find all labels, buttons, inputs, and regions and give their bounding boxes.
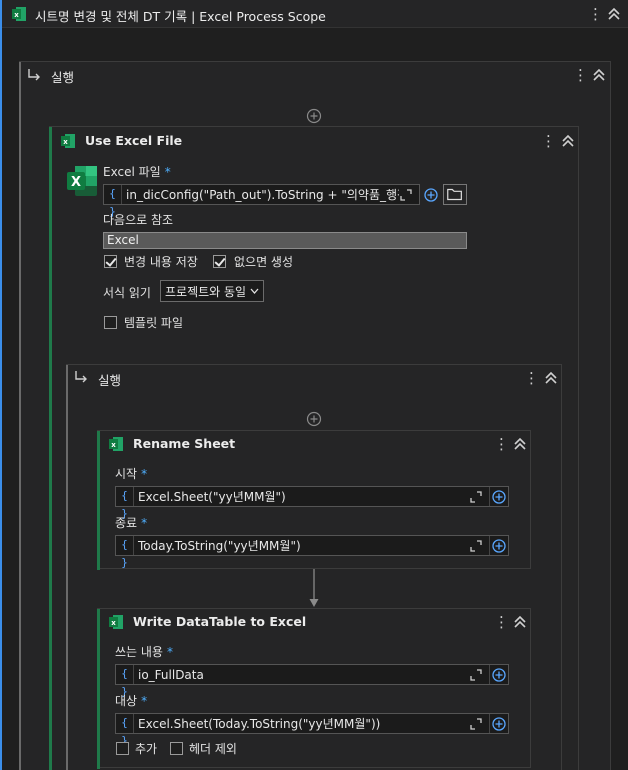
inner-run-menu-icon[interactable]: ⋮ (524, 370, 539, 386)
reference-as-input[interactable]: Excel (103, 232, 467, 249)
expand-editor-icon[interactable] (469, 717, 483, 731)
svg-text:X: X (71, 175, 81, 190)
scope-header[interactable]: x 시트명 변경 및 전체 DT 기록 | Excel Process Scop… (0, 0, 628, 28)
add-variable-icon[interactable] (490, 536, 508, 555)
expand-editor-icon[interactable] (469, 490, 483, 504)
run-sequence-menu-icon[interactable]: ⋮ (573, 67, 588, 83)
use-excel-header[interactable]: x Use Excel File ⋮ (50, 127, 578, 155)
read-format-label: 서식 읽기 (103, 286, 151, 300)
write-datatable-collapse-icon[interactable] (513, 614, 527, 630)
scope-menu-icon[interactable]: ⋮ (588, 6, 603, 22)
run-sequence-collapse-icon[interactable] (592, 67, 606, 83)
save-changes-label: 변경 내용 저장 (124, 255, 198, 269)
use-excel-title: Use Excel File (85, 133, 183, 148)
run-sequence-title: 실행 (51, 70, 75, 85)
expression-brace-icon[interactable]: { } (116, 714, 134, 747)
inner-run-collapse-icon[interactable] (544, 370, 558, 386)
read-format-select[interactable]: 프로젝트와 동일 (160, 280, 265, 302)
save-changes-checkbox[interactable] (104, 255, 117, 268)
end-value[interactable]: Today.ToString("yy년MM월") (134, 537, 469, 554)
excel-icon: x (108, 614, 124, 630)
write-datatable-activity: x Write DataTable to Excel ⋮ 쓰는 내용 * { } … (97, 608, 531, 769)
rename-sheet-title: Rename Sheet (133, 436, 236, 451)
write-datatable-title: Write DataTable to Excel (133, 614, 307, 629)
excel-icon: x (60, 133, 76, 149)
svg-text:x: x (14, 11, 19, 19)
rename-sheet-menu-icon[interactable]: ⋮ (494, 436, 509, 452)
end-field[interactable]: { } Today.ToString("yy년MM월") (115, 535, 509, 569)
scope-collapse-icon[interactable] (607, 6, 621, 22)
create-if-missing-label: 없으면 생성 (234, 255, 294, 269)
excel-icon: x (108, 436, 124, 452)
run-sequence-header[interactable]: 실행 ⋮ (20, 62, 610, 88)
expression-brace-icon[interactable]: { } (116, 665, 134, 698)
sequence-icon (27, 68, 41, 82)
content-value[interactable]: io_FullData (134, 668, 469, 682)
expand-editor-icon[interactable] (469, 539, 483, 553)
target-label: 대상 * (115, 694, 148, 708)
excel-file-value[interactable]: in_dicConfig("Path_out").ToString + "의약품… (122, 186, 399, 203)
append-checkbox[interactable] (116, 742, 129, 755)
add-variable-icon[interactable] (490, 714, 508, 733)
chevron-down-icon (250, 288, 259, 294)
inner-run-left-line (66, 365, 68, 770)
add-activity-icon[interactable] (306, 411, 322, 427)
excel-icon: x (11, 6, 27, 22)
template-file-label: 템플릿 파일 (124, 316, 184, 330)
excel-file-field[interactable]: { } in_dicConfig("Path_out").ToString + … (103, 184, 420, 218)
exclude-header-label: 헤더 제외 (189, 742, 237, 756)
use-excel-collapse-icon[interactable] (561, 133, 575, 149)
write-datatable-menu-icon[interactable]: ⋮ (494, 614, 509, 630)
start-field[interactable]: { } Excel.Sheet("yy년MM월") (115, 486, 509, 520)
sequence-icon (74, 370, 88, 384)
rename-sheet-activity: x Rename Sheet ⋮ 시작 * { } Excel.Sheet("yy… (97, 430, 531, 570)
flow-connector-arrow (308, 569, 320, 609)
add-variable-icon[interactable] (490, 665, 508, 684)
expression-brace-icon[interactable]: { } (116, 536, 134, 569)
scope-selection-bar (0, 0, 2, 770)
template-file-checkbox[interactable] (104, 316, 117, 329)
rename-sheet-collapse-icon[interactable] (513, 436, 527, 452)
run-sequence-left-line (19, 62, 21, 770)
scope-title: 시트명 변경 및 전체 DT 기록 | Excel Process Scope (35, 9, 326, 24)
add-variable-icon[interactable] (490, 487, 508, 506)
inner-run-title: 실행 (98, 373, 122, 388)
expand-editor-icon[interactable] (469, 668, 483, 682)
inner-run-header[interactable]: 실행 ⋮ (67, 365, 561, 391)
use-excel-menu-icon[interactable]: ⋮ (541, 133, 556, 149)
reference-as-label: 다음으로 참조 (103, 213, 174, 227)
svg-text:x: x (111, 441, 116, 449)
exclude-header-checkbox[interactable] (170, 742, 183, 755)
expression-brace-icon[interactable]: { } (116, 487, 134, 520)
svg-text:x: x (111, 619, 116, 627)
write-datatable-header[interactable]: x Write DataTable to Excel ⋮ (98, 609, 530, 635)
excel-logo-icon: X (65, 164, 99, 198)
start-value[interactable]: Excel.Sheet("yy년MM월") (134, 488, 469, 505)
svg-text:x: x (63, 138, 68, 146)
target-value[interactable]: Excel.Sheet(Today.ToString("yy년MM월")) (134, 715, 469, 732)
append-label: 추가 (135, 742, 158, 756)
start-label: 시작 * (115, 467, 148, 481)
read-format-value: 프로젝트와 동일 (165, 284, 247, 299)
expression-brace-icon[interactable]: { } (104, 185, 122, 218)
expand-editor-icon[interactable] (399, 188, 413, 202)
browse-folder-icon[interactable] (443, 184, 467, 205)
excel-file-label: Excel 파일 * (103, 165, 171, 179)
add-activity-icon[interactable] (306, 108, 322, 124)
target-field[interactable]: { } Excel.Sheet(Today.ToString("yy년MM월")… (115, 713, 509, 747)
rename-sheet-header[interactable]: x Rename Sheet ⋮ (98, 431, 530, 457)
content-label: 쓰는 내용 * (115, 645, 173, 659)
end-label: 종료 * (115, 516, 148, 530)
create-if-missing-checkbox[interactable] (213, 255, 226, 268)
content-field[interactable]: { } io_FullData (115, 664, 509, 698)
activity-accent-bar (49, 127, 52, 770)
add-variable-icon[interactable] (424, 188, 438, 202)
